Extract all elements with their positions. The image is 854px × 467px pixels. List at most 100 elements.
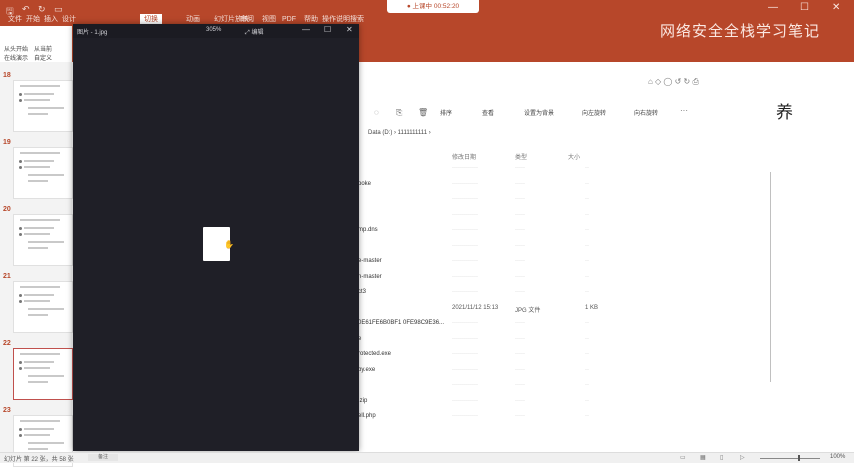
minimize-icon[interactable]: — (768, 2, 778, 13)
more-icon[interactable]: ◌ (374, 108, 379, 117)
delete-icon[interactable]: 🗑 (418, 108, 428, 117)
viewer-titlebar[interactable]: 图片 - 1.jpg 305% ⤢ 编辑 — ☐ ✕ (73, 24, 359, 38)
file-row[interactable]: ············· ····· ·· (358, 382, 618, 392)
faded-placeholder: ·· (585, 413, 589, 419)
file-row[interactable]: .zip ············· ····· ·· (358, 398, 618, 408)
file-row[interactable]: mp.dns ············· ····· ·· (358, 227, 618, 237)
zoom-percent[interactable]: 100% (830, 454, 845, 460)
file-row[interactable]: ············· ····· ·· (358, 212, 618, 222)
ribbon-label[interactable]: 从头开始 (4, 44, 28, 53)
faded-placeholder: ····· (515, 335, 525, 342)
faded-placeholder: ····· (515, 211, 525, 218)
faded-placeholder: ············· (452, 366, 478, 373)
normal-view-icon[interactable]: ▭ (680, 454, 686, 461)
close-icon[interactable]: ✕ (346, 25, 353, 34)
faded-placeholder: ····· (515, 366, 525, 373)
faded-placeholder: ············· (452, 165, 478, 171)
ribbon-label[interactable]: 自定义 (34, 53, 52, 62)
file-row[interactable]: e-master ············· ····· ·· (358, 258, 618, 268)
viewer-edit-button[interactable]: ⤢ 编辑 (245, 27, 263, 37)
slideshow-view-icon[interactable]: ▷ (740, 454, 745, 461)
bullet-dot (19, 93, 22, 96)
faded-placeholder: ············· (452, 242, 478, 249)
toolbar-rotate-left[interactable]: 向左旋转 (582, 108, 606, 117)
column-header-size[interactable]: 大小 (568, 152, 580, 161)
thumbnail-text-line (20, 353, 60, 355)
minimize-icon[interactable]: — (302, 25, 310, 34)
faded-placeholder: ············· (452, 289, 478, 295)
toolbar-sort[interactable]: 排序 (440, 108, 452, 117)
faded-placeholder: ····· (515, 165, 525, 171)
maximize-icon[interactable]: ☐ (800, 2, 809, 13)
thumbnail-text-line (28, 174, 64, 176)
slide-thumbnail[interactable] (13, 281, 73, 333)
ribbon-label[interactable]: 在线演示 (4, 53, 28, 62)
thumbnail-text-line (24, 361, 54, 363)
recording-indicator[interactable]: ● 上课中 00:52:20 (387, 0, 479, 13)
faded-placeholder: ····· (515, 320, 525, 326)
file-row[interactable]: ············· ····· ·· (358, 196, 618, 206)
file-row[interactable]: by.exe ············· ····· ·· (358, 367, 618, 377)
breadcrumb[interactable]: Data (D:) › 1111111111 › (368, 130, 431, 136)
faded-placeholder: ············· (452, 273, 478, 280)
reading-view-icon[interactable]: ▯ (720, 454, 723, 461)
faded-placeholder: ············· (452, 211, 478, 218)
thumbnail-text-line (28, 448, 48, 450)
thumbnail-text-line (28, 308, 64, 310)
file-row[interactable]: e ············· ····· ·· (358, 336, 618, 346)
thumbnail-text-line (24, 300, 50, 302)
thumbnail-text-line (24, 428, 54, 430)
file-row[interactable]: ooke ············· ····· ·· (358, 181, 618, 191)
bullet-dot (19, 434, 22, 437)
bullet-dot (19, 361, 22, 364)
share-icon[interactable]: ⎘ (396, 108, 402, 118)
file-row[interactable]: ell.php ············· ····· ·· (358, 413, 618, 423)
toolbar-view[interactable]: 查看 (482, 108, 494, 117)
faded-placeholder: ····· (515, 258, 525, 264)
zoom-slider[interactable] (760, 458, 820, 459)
file-row[interactable]: ct3 ············· ····· ·· (358, 289, 618, 299)
faded-placeholder: ····· (515, 273, 525, 280)
slide-thumbnail[interactable] (13, 80, 73, 132)
sorter-view-icon[interactable]: ▦ (700, 454, 706, 461)
column-header-date[interactable]: 修改日期 (452, 152, 476, 161)
slide-thumbnail-panel[interactable]: 18 19 20 21 22 23 (0, 62, 73, 467)
close-icon[interactable]: ✕ (832, 2, 840, 13)
viewer-zoom-level[interactable]: 305% (206, 27, 221, 33)
faded-placeholder: ············· (452, 335, 478, 342)
file-row[interactable]: ············· ····· ·· (358, 165, 618, 175)
faded-placeholder: ············· (452, 258, 478, 264)
partial-slide-text: 养 (776, 103, 793, 122)
file-row[interactable]: 0E61FE6B0BF1 0FE98C9E36... ············· ·… (358, 320, 618, 330)
slide-thumbnail[interactable] (13, 348, 73, 400)
zoom-slider-thumb[interactable] (798, 455, 800, 461)
file-name: rotected.exe (358, 351, 392, 357)
ribbon-tools-icons[interactable]: ⌂ ◇ ◯ ↺ ↻ ⎙ (648, 77, 699, 87)
faded-placeholder: ·· (585, 382, 589, 388)
ribbon-label[interactable]: 从当前 (34, 44, 52, 53)
thumbnail-text-line (20, 219, 60, 221)
file-row[interactable]: n-master ············· ····· ·· (358, 274, 618, 284)
column-header-type[interactable]: 类型 (515, 152, 527, 161)
toolbar-set-background[interactable]: 设置为背景 (524, 108, 554, 117)
faded-placeholder: ·· (585, 196, 589, 202)
file-name: 0E61FE6B0BF1 0FE98C9E36... (358, 320, 445, 326)
photos-viewer-window[interactable]: 图片 - 1.jpg 305% ⤢ 编辑 — ☐ ✕ ✋ (73, 24, 359, 451)
document-title: 网络安全全栈学习笔记 (660, 23, 821, 40)
hand-cursor-icon: ✋ (224, 240, 234, 249)
file-row[interactable]: ············· ····· ·· (358, 243, 618, 253)
faded-placeholder: ·· (585, 242, 589, 249)
file-row[interactable]: 2021/11/12 15:13 JPG 文件 1 KB (358, 305, 618, 315)
faded-placeholder: ·· (585, 258, 589, 264)
slide-thumbnail[interactable] (13, 147, 73, 199)
file-row[interactable]: rotected.exe ············· ····· ·· (358, 351, 618, 361)
notes-button[interactable]: 备注 (88, 454, 118, 461)
maximize-icon[interactable]: ☐ (324, 25, 331, 34)
thumbnail-text-line (24, 166, 50, 168)
ribbon-slideshow-group: 从头开始 从当前 在线演示 自定义 (0, 26, 72, 62)
slide-thumbnail[interactable] (13, 214, 73, 266)
more-options-icon[interactable]: ··· (680, 106, 688, 115)
faded-placeholder: ····· (515, 180, 525, 187)
faded-placeholder: ·· (585, 273, 589, 280)
toolbar-rotate-right[interactable]: 向右旋转 (634, 108, 658, 117)
